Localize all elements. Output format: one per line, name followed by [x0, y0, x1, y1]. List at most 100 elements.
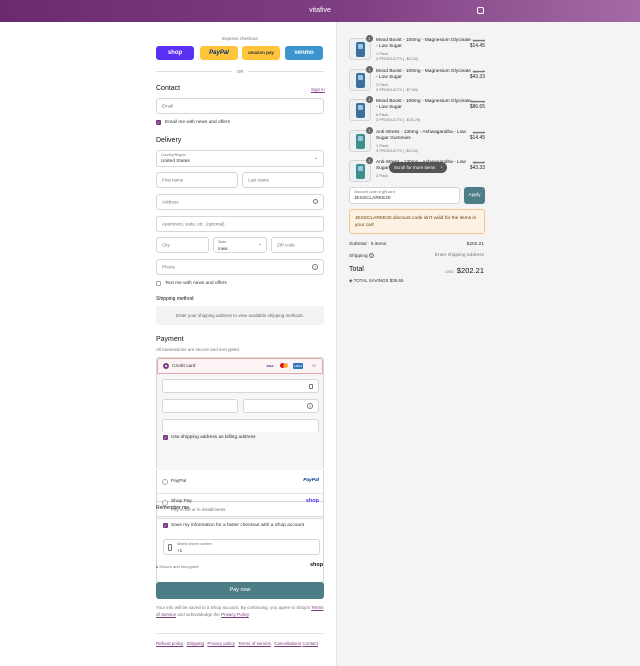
- card-cvv-field[interactable]: ?: [243, 399, 319, 413]
- card-expiry-field[interactable]: [162, 399, 238, 413]
- billing-label: Use shipping address as billing address: [171, 435, 256, 440]
- sign-in-link[interactable]: Sign in: [311, 87, 325, 92]
- first-name-field[interactable]: First name: [156, 172, 238, 188]
- mobile-label: Mobile phone number: [177, 542, 212, 546]
- country-value: United States: [161, 159, 190, 164]
- shopping-bag-icon[interactable]: [477, 7, 484, 14]
- amazon-pay-express-button[interactable]: amazon pay: [242, 46, 280, 60]
- billing-checkbox[interactable]: ✓: [163, 435, 168, 440]
- pay-now-button[interactable]: Pay now: [156, 582, 324, 599]
- payment-heading: Payment: [156, 336, 184, 343]
- delivery-heading: Delivery: [156, 137, 182, 144]
- tag-icon: ◈: [349, 278, 353, 283]
- phone-field[interactable]: Phone ?: [156, 259, 324, 275]
- shop-pay-express-button[interactable]: shop: [156, 46, 194, 60]
- quantity-badge: 1: [366, 96, 373, 103]
- credit-card-option[interactable]: Credit card VISA AMEX +5: [157, 358, 323, 374]
- subtotal-label: Subtotal · 5 items: [349, 242, 387, 247]
- email-placeholder: Email: [162, 103, 174, 109]
- footer-divider: [156, 633, 324, 634]
- savings-label: TOTAL SAVINGS: [353, 278, 389, 283]
- city-field[interactable]: City: [156, 237, 209, 253]
- city-placeholder: City: [162, 242, 170, 248]
- discount-value: JESSCLARKE20: [354, 196, 391, 201]
- mobile-value: +1: [177, 548, 183, 553]
- shipping-method-heading: Shipping method: [156, 296, 194, 302]
- credit-card-radio[interactable]: [163, 363, 169, 369]
- last-name-field[interactable]: Last name: [242, 172, 324, 188]
- paypal-express-button[interactable]: PayPal: [200, 46, 238, 60]
- card-name-field[interactable]: [162, 419, 319, 433]
- currency-code: USD: [445, 269, 454, 274]
- legal-period: .: [248, 612, 251, 617]
- paypal-option[interactable]: PayPal PayPal: [157, 478, 323, 488]
- paypal-radio[interactable]: [162, 479, 168, 485]
- quantity-badge: 1: [366, 35, 373, 42]
- shipping-value: Enter shipping address: [434, 253, 484, 258]
- remember-heading: Remember me: [156, 505, 190, 511]
- phone-placeholder: Phone: [162, 264, 176, 270]
- scroll-for-more-tooltip[interactable]: Scroll for more items ↓: [389, 162, 447, 173]
- email-field[interactable]: Email: [156, 98, 324, 114]
- discount-label: Discount code or gift card: [354, 190, 395, 194]
- remember-box: ✓ Save my information for a faster check…: [156, 516, 324, 583]
- shipping-link[interactable]: Shipping: [187, 641, 205, 646]
- subtotal-value: $202.21: [466, 242, 484, 247]
- item-variant: 3 Pack: [376, 173, 389, 178]
- shop-logo: shop: [310, 562, 324, 568]
- item-bundle: 3 PRODUCTS ( -$7.64): [376, 87, 419, 92]
- mobile-phone-field[interactable]: Mobile phone number +1: [163, 539, 320, 555]
- privacy-link[interactable]: Privacy Policy: [221, 612, 249, 617]
- scroll-tip-label: Scroll for more items: [394, 165, 436, 170]
- help-icon[interactable]: ?: [369, 253, 375, 258]
- news-checkbox[interactable]: ✓: [156, 120, 161, 125]
- item-name: Mood Boost - 100mg - Magnesium Glycinate…: [376, 69, 471, 80]
- text-news-label: Text me with news and offers: [165, 281, 227, 286]
- divider-right: [248, 71, 324, 72]
- state-select[interactable]: State Iowa ⌄: [213, 237, 267, 253]
- paypal-label: PayPal: [171, 479, 187, 484]
- site-header: vitafive: [0, 0, 640, 22]
- search-icon: [313, 199, 318, 204]
- apply-button[interactable]: Apply: [464, 187, 485, 204]
- terms-of-service-link[interactable]: Terms of service: [238, 641, 271, 646]
- news-label: Email me with news and offers: [165, 120, 230, 125]
- discount-error-banner: JESSCLARKE20 discount code isn't valid f…: [349, 209, 485, 234]
- contact-heading: Contact: [156, 85, 181, 92]
- quantity-badge: 1: [366, 157, 373, 164]
- total-label: Total: [349, 266, 364, 273]
- venmo-express-button[interactable]: venmo: [285, 46, 323, 60]
- checkout-form: Express checkout shop PayPal amazon pay …: [0, 22, 336, 666]
- shipping-row-label: Shipping ?: [349, 253, 375, 259]
- country-label: Country/Region: [161, 153, 186, 157]
- apartment-field[interactable]: Apartment, suite, etc. (optional): [156, 216, 324, 232]
- contact-link[interactable]: Contact: [302, 641, 318, 646]
- payment-options: Credit card VISA AMEX +5 ? ✓ Use shippin…: [156, 357, 324, 470]
- text-news-checkbox[interactable]: [156, 281, 161, 286]
- brand-logo[interactable]: vitafive: [0, 7, 640, 14]
- total-value: $202.21: [456, 266, 484, 275]
- zip-field[interactable]: ZIP code: [271, 237, 324, 253]
- card-number-field[interactable]: [162, 379, 319, 393]
- item-bundle: 3 PRODUCTS ( -$15.29): [376, 117, 421, 122]
- item-price: $43.33: [469, 74, 485, 80]
- refund-policy-link[interactable]: Refund policy: [156, 641, 183, 646]
- help-icon[interactable]: ?: [307, 403, 313, 409]
- last-name-placeholder: Last name: [248, 177, 270, 183]
- secure-note: 🔒︎ Secure and encrypted: [156, 564, 198, 569]
- first-name-placeholder: First name: [162, 177, 184, 183]
- help-icon[interactable]: ?: [312, 264, 318, 270]
- discount-field[interactable]: Discount code or gift card JESSCLARKE20: [349, 187, 460, 204]
- chevron-down-icon: ⌄: [313, 155, 318, 161]
- save-info-checkbox[interactable]: ✓: [163, 523, 168, 528]
- address-field[interactable]: Address: [156, 194, 324, 210]
- item-price: $14.45: [469, 43, 485, 49]
- country-select[interactable]: Country/Region United States ⌄: [156, 150, 324, 167]
- cancellations-link[interactable]: Cancellations: [274, 641, 301, 646]
- privacy-policy-link[interactable]: Privacy policy: [207, 641, 235, 646]
- shop-pay-logo: shop: [305, 498, 319, 504]
- paypal-logo: PayPal: [303, 478, 319, 483]
- credit-card-label: Credit card: [172, 364, 196, 369]
- card-form: ?: [157, 374, 323, 433]
- billing-area: ✓ Use shipping address as billing addres…: [157, 432, 323, 470]
